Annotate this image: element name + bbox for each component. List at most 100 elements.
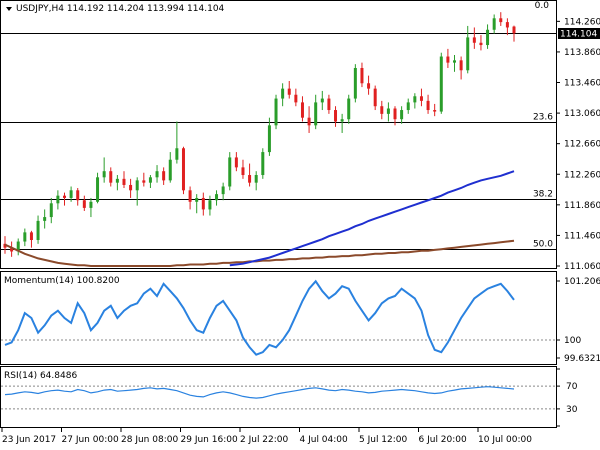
candle-body <box>334 110 338 122</box>
candle-body <box>43 217 47 221</box>
momentum-tick-label: 101.2068 <box>564 277 600 287</box>
candle-body <box>109 171 113 183</box>
candle-body <box>300 102 304 118</box>
candle-body <box>294 94 298 103</box>
candle <box>353 64 357 103</box>
candle-body <box>82 200 86 208</box>
candle-body <box>76 190 80 201</box>
momentum-tick-label: 100 <box>564 336 581 346</box>
candle-body <box>459 60 463 71</box>
fib-level-label: 23.6 <box>533 113 553 123</box>
candle-body <box>287 88 291 95</box>
time-tick-label: 28 Jun 08:00 <box>121 435 178 445</box>
candle-body <box>175 148 179 160</box>
price-tick-label: 111.860 <box>564 201 600 211</box>
candle-body <box>439 56 443 112</box>
candle-body <box>406 102 410 111</box>
candle-body <box>122 178 126 185</box>
candle-body <box>129 184 133 191</box>
candle-body <box>373 88 377 107</box>
candle-body <box>314 102 318 126</box>
candle-body <box>162 171 166 181</box>
candle-body <box>340 119 344 122</box>
rsi-title: RSI(14) 64.8486 <box>4 371 77 381</box>
candle-body <box>353 67 357 99</box>
candle-body <box>327 98 331 111</box>
candle-body <box>234 157 238 168</box>
candle-body <box>446 56 450 63</box>
rsi-tick-label: 70 <box>566 382 578 392</box>
candle-body <box>102 171 106 178</box>
candle-body <box>228 157 232 187</box>
rsi-tick-label: 30 <box>566 405 578 415</box>
candle-body <box>499 18 503 23</box>
price-panel-title: USDJPY,H4 114.192 114.204 113.994 114.10… <box>6 4 225 14</box>
price-tick-label: 112.260 <box>564 170 600 180</box>
candle-body <box>168 159 172 181</box>
candle-body <box>29 232 33 241</box>
price-tick-label: 113.060 <box>564 109 600 119</box>
candle-body <box>486 29 490 46</box>
time-tick-label: 5 Jul 12:00 <box>359 435 408 445</box>
price-tick-label: 111.460 <box>564 231 600 241</box>
candle-body <box>360 67 364 84</box>
candle-body <box>241 167 245 176</box>
candle-body <box>188 190 192 202</box>
candle-body <box>148 177 152 183</box>
candle-body <box>208 200 212 210</box>
candle-body <box>135 180 139 191</box>
candle-body <box>380 106 384 114</box>
candle-body <box>248 175 252 183</box>
candle-body <box>221 186 225 195</box>
candle-body <box>413 96 417 103</box>
candle-body <box>261 152 265 176</box>
candle-body <box>393 108 397 120</box>
candle-body <box>400 110 404 120</box>
candle-body <box>62 195 66 198</box>
momentum-tick-label: 99.6321 <box>564 354 600 364</box>
candle-body <box>512 26 516 34</box>
time-tick-label: 6 Jul 20:00 <box>419 435 468 445</box>
candle-body <box>89 201 93 208</box>
candle-body <box>466 37 470 71</box>
time-tick-label: 4 Jul 04:00 <box>300 435 349 445</box>
candle-body <box>96 177 100 202</box>
candle-body <box>201 197 205 210</box>
time-tick-label: 2 Jul 22:00 <box>240 435 289 445</box>
price-tick-label: 112.660 <box>564 140 600 150</box>
candle-body <box>453 60 457 63</box>
usdjpy-h4-chart: USDJPY,H4 114.192 114.204 113.994 114.10… <box>0 0 600 450</box>
candle-body <box>254 175 258 183</box>
price-tick-label: 111.060 <box>564 262 600 272</box>
candle-body <box>320 98 324 103</box>
fib-level-label: 50.0 <box>533 240 553 250</box>
candle-body <box>155 171 159 178</box>
momentum-title: Momentum(14) 100.8200 <box>4 276 120 286</box>
top-tick: 0.0 <box>535 1 550 11</box>
candle-body <box>367 83 371 89</box>
candle-body <box>479 42 483 46</box>
current-price-box: 114.104 <box>558 28 600 40</box>
price-tick-label: 113.860 <box>564 48 600 58</box>
candle-body <box>419 96 423 101</box>
candle <box>274 94 278 130</box>
time-tick-label: 29 Jun 16:00 <box>181 435 238 445</box>
candle <box>261 148 265 179</box>
candle <box>228 152 232 191</box>
candle-body <box>307 117 311 126</box>
candle-body <box>386 108 390 114</box>
price-tick-label: 114.260 <box>564 17 600 27</box>
candle-body <box>215 194 219 201</box>
candle-body <box>472 37 476 43</box>
candle-body <box>433 110 437 112</box>
candle-body <box>274 98 278 126</box>
candle-body <box>142 180 146 183</box>
candle-body <box>267 125 271 153</box>
candle-body <box>505 22 509 28</box>
candle-body <box>69 190 73 198</box>
time-tick-label: 10 Jul 00:00 <box>478 435 532 445</box>
price-tick-label: 113.460 <box>564 79 600 89</box>
candle-body <box>492 18 496 30</box>
candle <box>181 146 185 195</box>
time-tick-label: 27 Jun 00:00 <box>62 435 119 445</box>
